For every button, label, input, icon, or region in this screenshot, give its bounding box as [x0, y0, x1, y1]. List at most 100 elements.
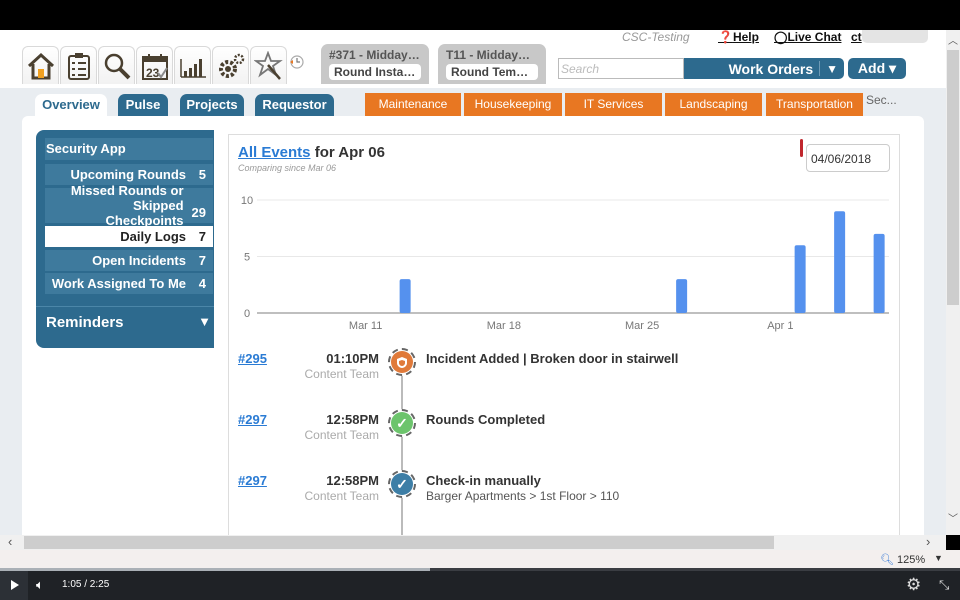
event-time: 01:10PM	[326, 351, 379, 366]
tab-overflow[interactable]: Sec...	[866, 93, 897, 107]
work-orders-dropdown[interactable]: Work Orders ▼	[684, 58, 844, 79]
live-chat-link[interactable]: ◯Live Chat	[774, 30, 841, 44]
zoom-dropdown-icon[interactable]: ▼	[934, 553, 943, 563]
user-link[interactable]: ct	[851, 30, 862, 44]
exit-fullscreen-icon[interactable]: ⤡	[939, 577, 949, 593]
search-input[interactable]: Search	[558, 58, 684, 79]
calendar-button[interactable]: 23	[136, 46, 173, 84]
sidebar-item-count: 7	[198, 229, 206, 244]
recent-tab-subtitle: Round Insta…	[329, 64, 421, 80]
vertical-scrollbar[interactable]: ︿ ﹀	[946, 30, 960, 535]
video-player-bar	[0, 568, 960, 600]
chat-circle-icon: ◯	[774, 30, 788, 44]
reminders-label: Reminders	[46, 314, 124, 331]
event-ref-link[interactable]: #297	[238, 412, 267, 427]
bar-chart-icon	[179, 58, 206, 78]
event-ref-link[interactable]: #295	[238, 351, 267, 366]
tab-projects[interactable]: Projects	[180, 94, 244, 116]
chart-bar[interactable]	[834, 211, 846, 313]
timeline-event: #297 12:58PM Content Team ✓ Check-in man…	[229, 470, 899, 516]
event-author: Content Team	[304, 428, 380, 442]
recent-tab-1[interactable]: #371 - Midday… Round Insta…	[321, 44, 429, 84]
events-date-label: for Apr 06	[310, 144, 385, 161]
settings-button[interactable]	[212, 46, 249, 84]
date-input[interactable]: 04/06/2018	[806, 144, 890, 172]
event-title: Rounds Completed	[426, 412, 546, 427]
reminders-toggle[interactable]: Reminders ▼	[46, 314, 211, 331]
chevron-down-icon: ▼	[198, 314, 211, 329]
tab-it-services[interactable]: IT Services	[565, 93, 662, 116]
y-tick-label: 5	[244, 252, 250, 264]
sidebar-item-label: Work Assigned To Me	[51, 276, 186, 291]
content-panel: Security App Upcoming Rounds 5 Missed Ro…	[22, 116, 924, 535]
wizard-button[interactable]	[250, 46, 287, 84]
check-icon: ✓	[391, 473, 413, 495]
tab-landscaping[interactable]: Landscaping	[665, 93, 762, 116]
scroll-up-icon[interactable]: ︿	[946, 32, 960, 47]
sidebar-item-label: Upcoming Rounds	[70, 167, 186, 182]
collapse-header-button[interactable]	[862, 30, 928, 43]
chart-bar[interactable]	[794, 245, 806, 313]
sidebar-item-count: 5	[198, 167, 206, 182]
security-sidebar: Security App Upcoming Rounds 5 Missed Ro…	[36, 130, 214, 348]
recent-tab-title: T11 - Midday…	[446, 48, 531, 62]
calendar-icon: 23	[141, 53, 168, 80]
play-button[interactable]	[0, 571, 28, 600]
scroll-left-icon[interactable]: ‹	[8, 534, 12, 549]
all-events-link[interactable]: All Events	[238, 144, 311, 161]
search-button[interactable]	[98, 46, 135, 84]
reports-button[interactable]	[174, 46, 211, 84]
event-author: Content Team	[304, 367, 380, 381]
browser-page: 23 #371 - Midday… Round Insta… T11 - Mid…	[0, 30, 946, 535]
horizontal-scrollbar[interactable]: ‹ ›	[0, 534, 946, 550]
sidebar-item-missed-rounds[interactable]: Missed Rounds or Skipped Checkpoints 29	[45, 183, 213, 228]
scrollbar-thumb[interactable]	[947, 50, 959, 305]
shield-icon	[391, 351, 413, 373]
event-ref-link[interactable]: #297	[238, 473, 267, 488]
add-button[interactable]: Add ▾	[848, 58, 906, 79]
scrollbar-thumb[interactable]	[24, 536, 774, 549]
checklist-icon	[67, 52, 90, 80]
x-tick-label: Mar 18	[487, 320, 521, 332]
event-node: ✓	[388, 470, 416, 498]
settings-gear-icon[interactable]: ⚙	[906, 575, 921, 595]
help-icon: ❓	[718, 30, 733, 44]
tab-maintenance[interactable]: Maintenance	[365, 93, 461, 116]
event-subtitle: Barger Apartments > 1st Floor > 110	[426, 489, 620, 503]
events-title: All Events for Apr 06	[238, 144, 385, 161]
zoom-level[interactable]: 🔍︎ 125%	[880, 553, 925, 566]
scroll-down-icon[interactable]: ﹀	[946, 510, 960, 525]
tab-overview[interactable]: Overview	[35, 94, 107, 116]
checklist-button[interactable]	[60, 46, 97, 84]
comparing-caption: Comparing since Mar 06	[238, 163, 337, 173]
magic-wand-icon	[253, 50, 283, 80]
sidebar-item-daily-logs[interactable]: Daily Logs 7	[45, 226, 213, 247]
gears-icon	[218, 53, 244, 78]
chart-bar[interactable]	[676, 279, 688, 313]
event-title: Incident Added | Broken door in stairwel…	[426, 351, 679, 366]
history-icon[interactable]	[289, 54, 305, 70]
date-marker	[800, 139, 803, 157]
help-link[interactable]: ❓Help	[718, 30, 759, 44]
sidebar-item-label: Daily Logs	[120, 229, 186, 244]
chart-bar[interactable]	[399, 279, 411, 313]
volume-icon[interactable]: 🔈︎	[36, 577, 44, 593]
video-time: 1:05 / 2:25	[62, 579, 110, 590]
sidebar-item-open-incidents[interactable]: Open Incidents 7	[45, 250, 213, 271]
sidebar-item-upcoming-rounds[interactable]: Upcoming Rounds 5	[45, 164, 213, 185]
chart-bar[interactable]	[873, 233, 885, 313]
divider	[36, 306, 214, 307]
recent-tab-2[interactable]: T11 - Midday… Round Tem…	[438, 44, 546, 84]
tab-housekeeping[interactable]: Housekeeping	[464, 93, 562, 116]
tab-pulse[interactable]: Pulse	[118, 94, 168, 116]
home-button[interactable]	[22, 46, 59, 84]
chevron-down-icon: ▼	[826, 61, 838, 76]
app-header: 23 #371 - Midday… Round Insta… T11 - Mid…	[0, 30, 946, 88]
scroll-right-icon[interactable]: ›	[926, 534, 930, 549]
tab-transportation[interactable]: Transportation	[766, 93, 863, 116]
y-tick-label: 0	[244, 308, 250, 320]
sidebar-item-work-assigned[interactable]: Work Assigned To Me 4	[45, 273, 213, 294]
tab-requestor[interactable]: Requestor	[255, 94, 334, 116]
sidebar-title[interactable]: Security App	[45, 138, 213, 160]
sidebar-item-count: 7	[198, 253, 206, 268]
